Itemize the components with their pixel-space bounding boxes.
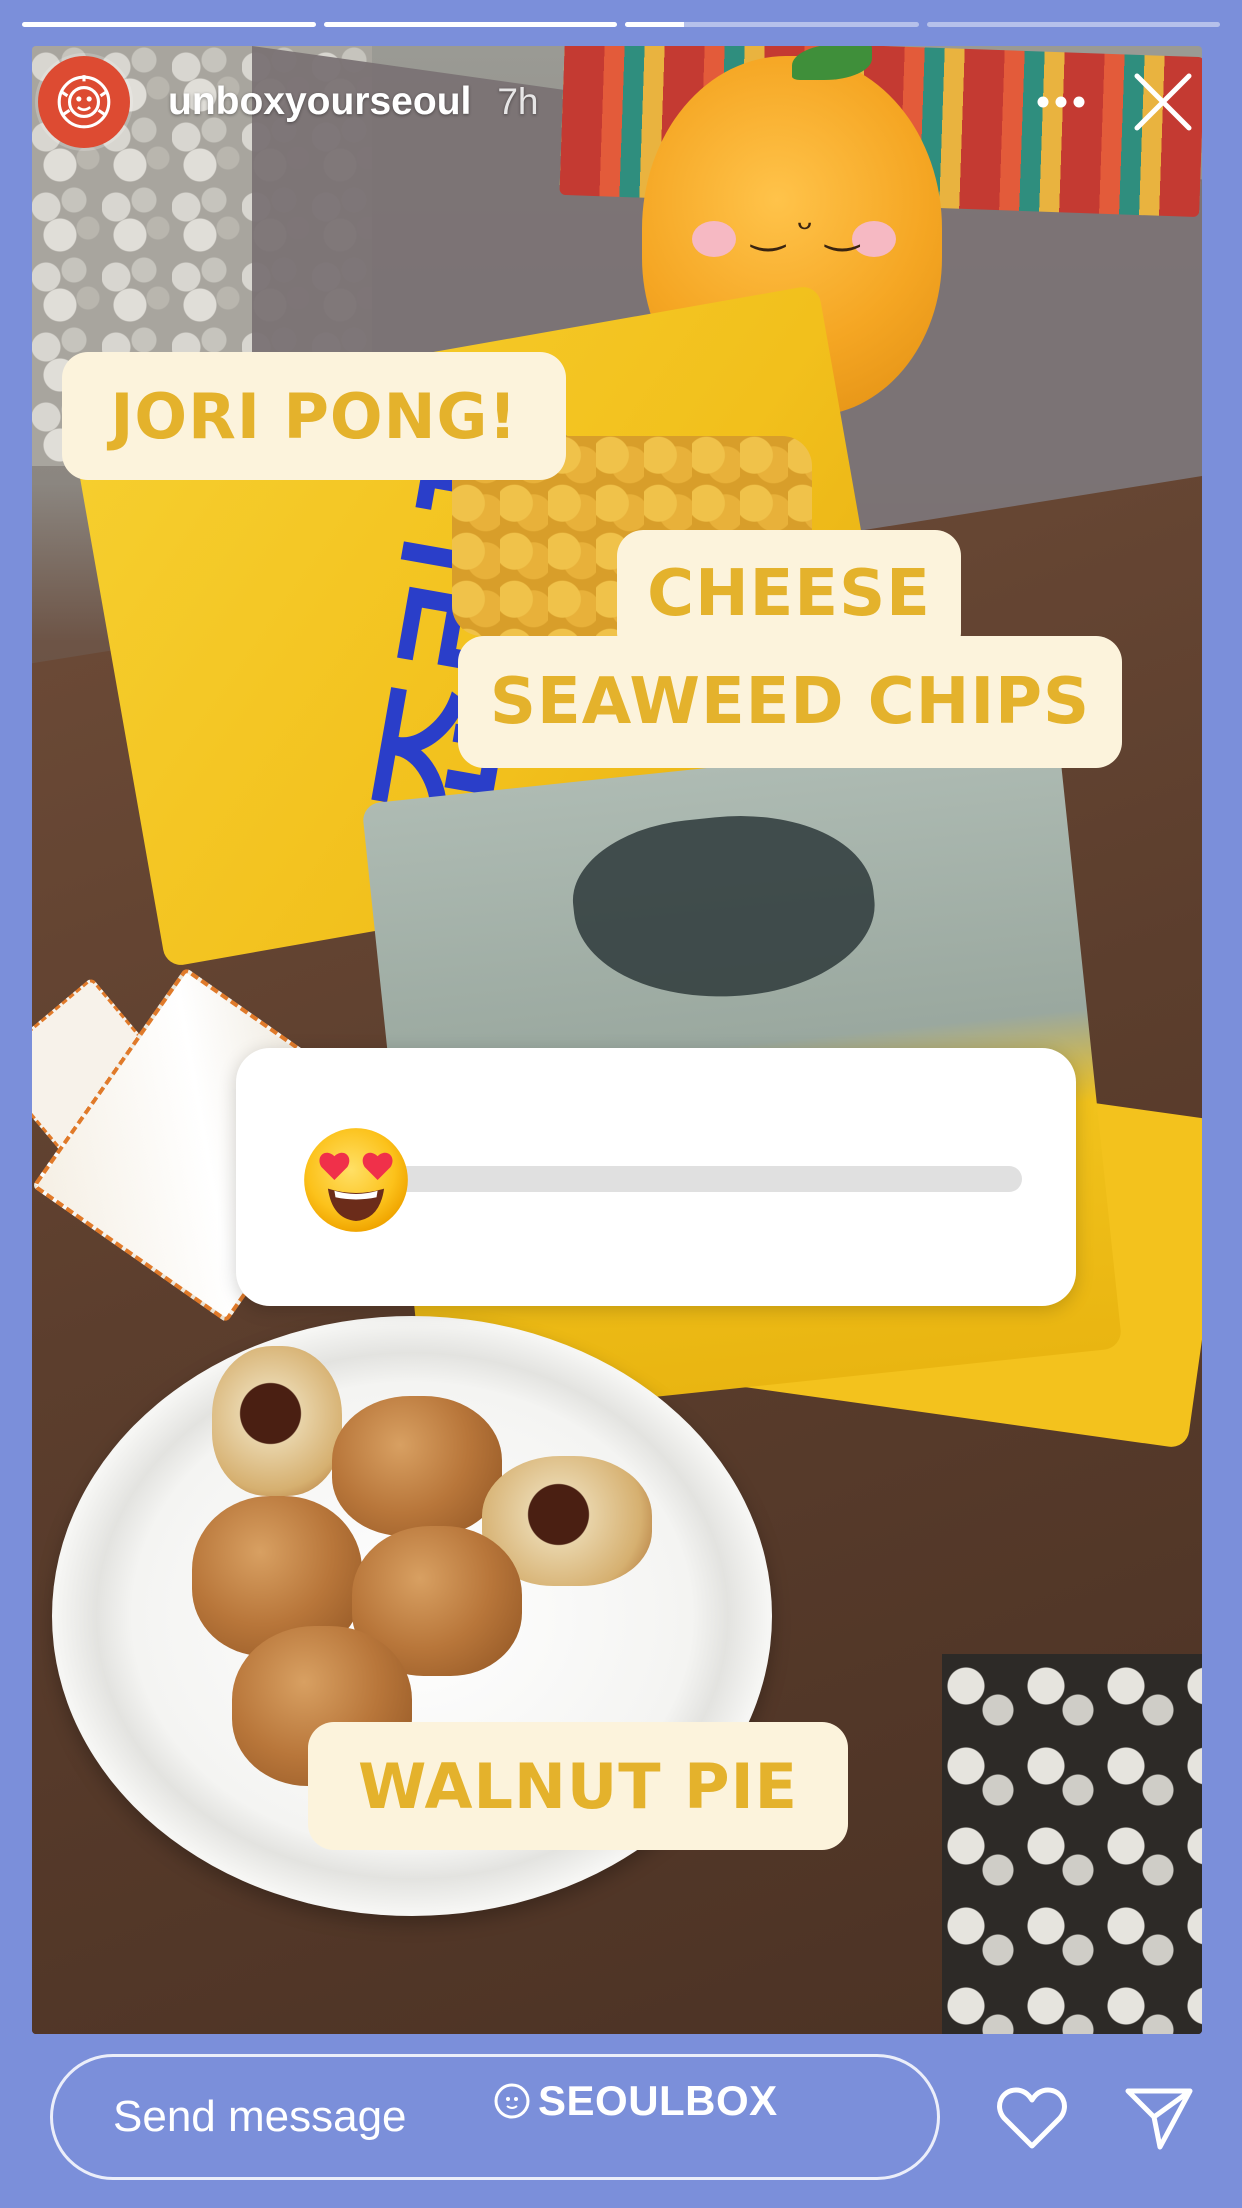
seoulbox-watermark: SEOULBOX	[492, 2076, 778, 2126]
watermark-text: SEOULBOX	[538, 2077, 778, 2124]
story-progress-bars	[22, 22, 1220, 28]
progress-segment-2	[323, 22, 617, 27]
like-button[interactable]	[990, 2076, 1074, 2160]
emoji-slider-sticker[interactable]	[236, 1048, 1076, 1306]
close-icon	[1134, 73, 1192, 131]
sticker-walnut-pie: WALNUT PIE	[308, 1722, 848, 1850]
send-message-placeholder: Send message	[113, 2092, 407, 2141]
progress-segment-3	[625, 22, 919, 27]
avatar[interactable]	[38, 56, 130, 148]
heart-icon	[997, 2087, 1067, 2149]
sticker-seaweed-chips: SEAWEED CHIPS	[458, 636, 1122, 768]
progress-segment-4	[926, 22, 1220, 27]
share-button[interactable]	[1114, 2076, 1204, 2160]
post-time: 7h	[497, 81, 539, 122]
walnut-pie	[332, 1396, 502, 1536]
walnut-pie-cut	[212, 1346, 342, 1496]
more-icon	[1037, 96, 1085, 108]
emoji-slider-track[interactable]	[376, 1166, 1022, 1192]
more-options-button[interactable]	[1026, 67, 1096, 137]
lion-logo-icon	[57, 75, 111, 129]
sticker-jori-pong: JORI PONG!	[62, 352, 566, 480]
send-icon	[1125, 2088, 1193, 2150]
progress-segment-1	[22, 22, 316, 27]
lion-watermark-icon	[494, 2083, 530, 2119]
username[interactable]: unboxyourseoul	[168, 80, 471, 124]
close-button[interactable]	[1122, 61, 1204, 143]
rocks-corner	[942, 1654, 1202, 2034]
story-header: unboxyourseoul 7h	[38, 56, 1204, 148]
heart-eyes-emoji-icon[interactable]	[302, 1126, 410, 1234]
